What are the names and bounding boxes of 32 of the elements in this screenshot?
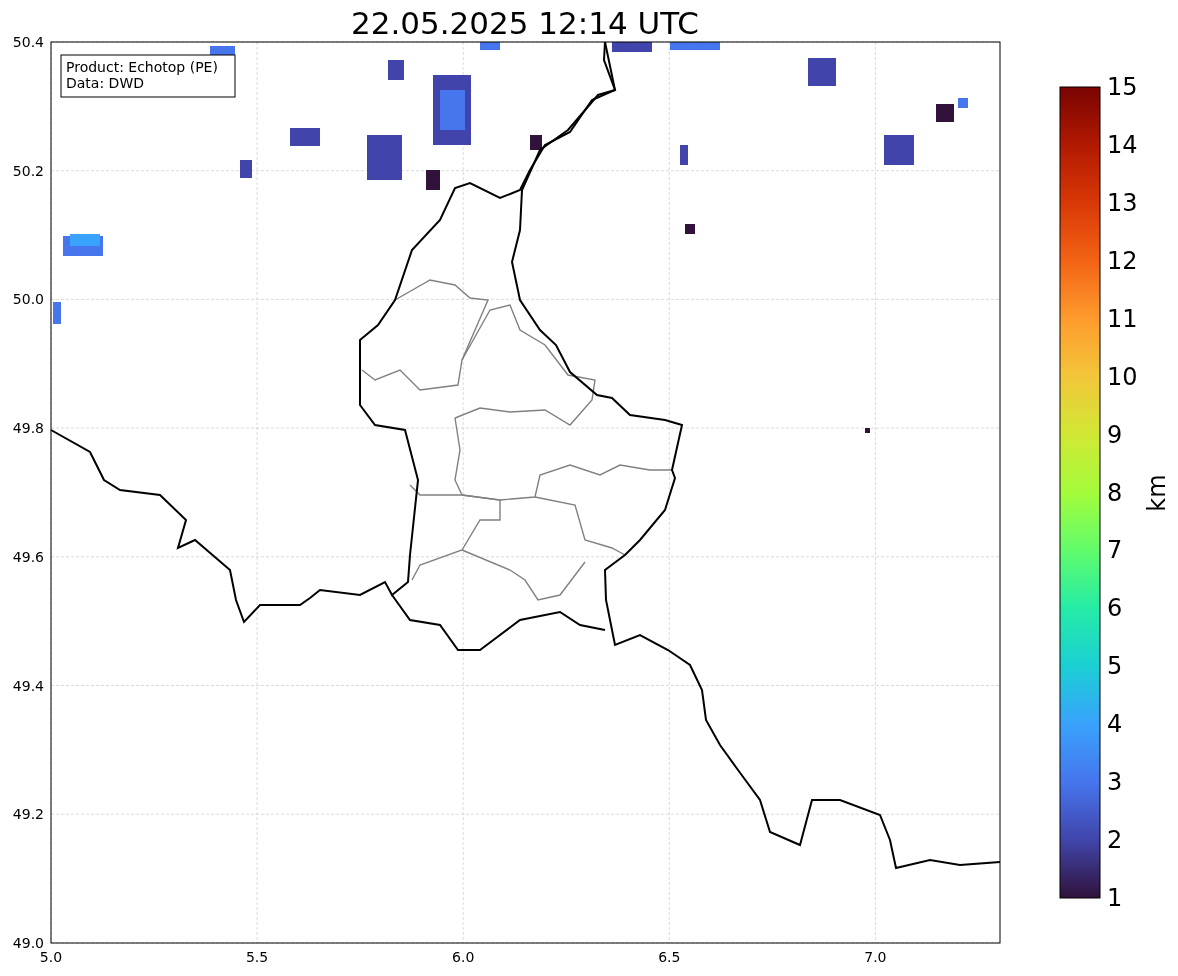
colorbar-tick-label: 14 [1107,130,1138,159]
colorbar-tick-label: 12 [1107,246,1138,275]
colorbar-tick-label: 10 [1107,362,1138,391]
x-tick-label: 6.5 [658,949,681,965]
colorbar-tick-label: 15 [1107,73,1138,101]
y-tick-label: 49.2 [12,806,44,823]
y-tick-label: 49.8 [12,420,44,437]
x-tick-label: 7.0 [864,949,887,965]
y-tick-label: 50.2 [12,162,44,179]
colorbar-label: km [1143,474,1171,512]
colorbar-tick-label: 2 [1107,826,1123,855]
y-tick-label: 49.4 [12,677,44,694]
colorbar-tick-label: 5 [1107,652,1123,681]
y-tick-label: 50.0 [12,291,44,308]
colorbar-tick-label: 1 [1107,884,1123,912]
colorbar-tick-label: 7 [1107,536,1123,565]
x-tick-label: 5.0 [39,949,63,965]
colorbar-tick-label: 6 [1107,594,1123,623]
colorbar-tick-label: 3 [1107,768,1123,797]
colorbar-tick-label: 13 [1107,188,1138,217]
y-tick-label: 49.6 [12,548,44,565]
info-text: Data: DWD [66,75,144,91]
colorbar-tick-label: 11 [1107,304,1138,333]
info-text: Product: Echotop (PE) [66,59,218,75]
x-tick-label: 6.0 [452,949,475,965]
colorbar-tick-label: 4 [1107,710,1123,739]
y-tick-label: 50.4 [12,34,44,50]
chart-title: 22.05.2025 12:14 UTC [351,5,699,41]
y-tick-label: 49.0 [12,934,44,951]
colorbar-tick-label: 8 [1107,478,1123,507]
x-tick-label: 5.5 [245,949,269,965]
colorbar-tick-label: 9 [1107,420,1123,449]
